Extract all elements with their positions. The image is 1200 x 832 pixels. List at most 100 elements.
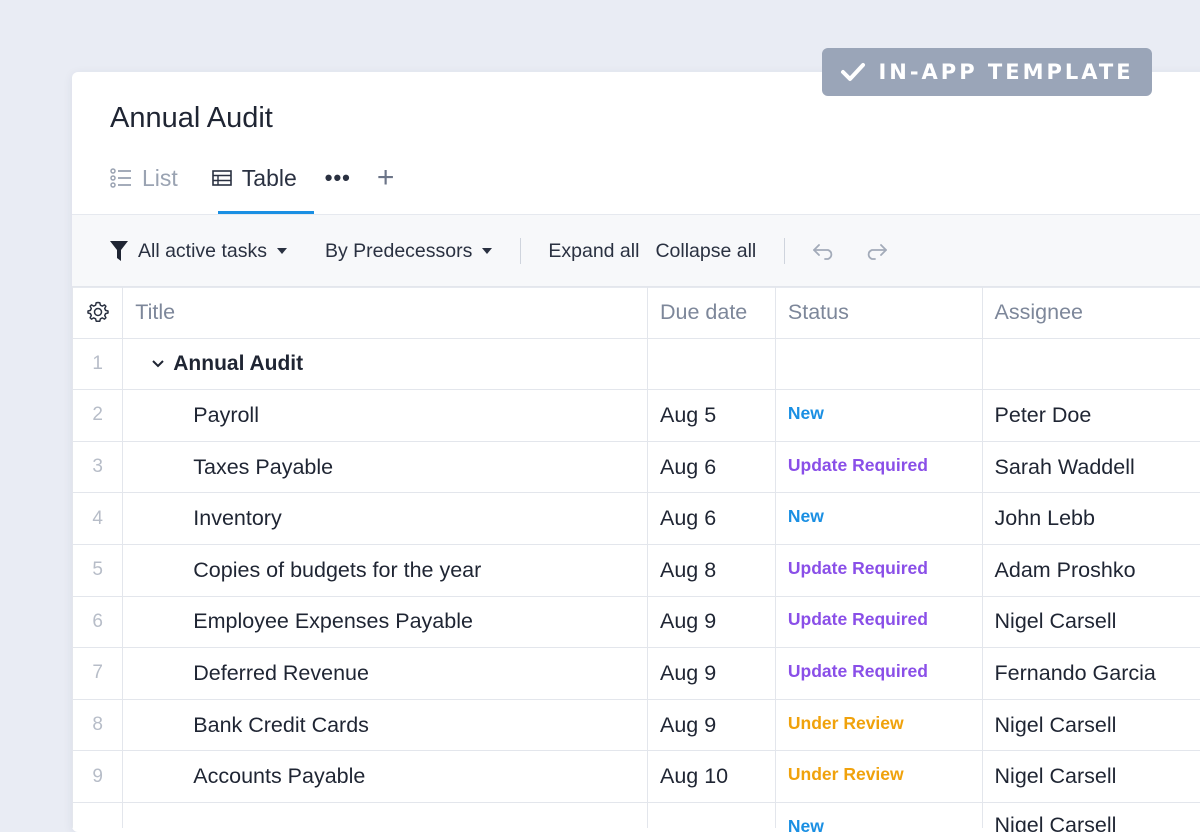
more-tabs-button[interactable]: •••	[325, 162, 351, 194]
badge-label: IN-APP TEMPLATE	[878, 60, 1133, 84]
due-date-cell[interactable]: Aug 9	[648, 648, 776, 700]
assignee-cell[interactable]: Nigel Carsell	[982, 596, 1200, 648]
table-row[interactable]: 9Accounts PayableAug 10Under ReviewNigel…	[73, 751, 1200, 803]
column-settings-button[interactable]	[73, 287, 123, 339]
row-number: 5	[73, 544, 123, 596]
assignee-cell[interactable]: Fernando Garcia	[982, 648, 1200, 700]
table-row[interactable]: 7 Deferred Revenue Aug 9 Update Required Fer…	[73, 648, 1200, 700]
table-row[interactable]: 5Copies of budgets for the yearAug 8 Upda…	[73, 544, 1200, 596]
task-title: Deferred Revenue	[135, 661, 369, 685]
chevron-down-icon[interactable]	[151, 359, 165, 369]
status-cell[interactable]: New	[775, 802, 982, 828]
status-badge: New	[788, 506, 824, 526]
status-cell[interactable]: Under Review	[775, 751, 982, 803]
task-title-cell[interactable]: Deferred Revenue	[123, 648, 648, 700]
expand-all-button[interactable]: Expand all	[548, 240, 639, 263]
row-number: 6	[73, 596, 123, 648]
table-row[interactable]: 4InventoryAug 6NewJohn Lebb	[73, 493, 1200, 545]
group-row[interactable]: 1 Annual Audit	[73, 338, 1200, 390]
status-badge: Under Review	[788, 764, 904, 784]
column-header-status[interactable]: Status	[775, 287, 982, 339]
task-title: Taxes Payable	[135, 455, 333, 479]
table-header-row: Title Due date Status Assignee	[73, 287, 1200, 339]
row-number	[73, 802, 123, 828]
assignee-cell[interactable]: Sarah Waddell	[982, 441, 1200, 493]
status-cell[interactable]: Update Required	[775, 544, 982, 596]
assignee-cell[interactable]: Adam Proshko	[982, 544, 1200, 596]
table-row[interactable]: 6 Employee Expenses Payable Aug 9 Update Re…	[73, 596, 1200, 648]
check-icon	[840, 61, 866, 83]
table-row[interactable]: 2PayrollAug 5NewPeter Doe	[73, 390, 1200, 442]
due-date-cell[interactable]: Aug 10	[648, 751, 776, 803]
due-date-cell[interactable]: Aug 9	[648, 699, 776, 751]
column-header-title[interactable]: Title	[123, 287, 648, 339]
task-title: Accounts Payable	[135, 764, 365, 788]
add-view-button[interactable]: +	[377, 162, 395, 194]
table-icon	[212, 170, 232, 186]
group-title-cell[interactable]: Annual Audit	[123, 338, 648, 390]
group-by-dropdown[interactable]: By Predecessors	[325, 240, 492, 263]
column-header-due-date[interactable]: Due date	[648, 287, 776, 339]
status-badge: Update Required	[788, 661, 928, 681]
task-title-cell[interactable]: Bank Credit Cards	[123, 699, 648, 751]
filter-dropdown[interactable]: All active tasks	[110, 240, 287, 263]
task-title-cell[interactable]: Payroll	[123, 390, 648, 442]
status-cell[interactable]: Under Review	[775, 699, 982, 751]
redo-button[interactable]	[863, 242, 889, 260]
chevron-down-icon	[277, 248, 287, 254]
assignee-cell[interactable]: Nigel Carsell	[982, 699, 1200, 751]
due-date-cell[interactable]: Aug 5	[648, 390, 776, 442]
assignee-cell[interactable]	[982, 338, 1200, 390]
in-app-template-badge: IN-APP TEMPLATE	[822, 48, 1152, 96]
table-row[interactable]: 3Taxes PayableAug 6Update RequiredSarah …	[73, 441, 1200, 493]
due-date-cell[interactable]: Aug 9	[648, 596, 776, 648]
chevron-down-icon	[482, 248, 492, 254]
task-title-cell[interactable]	[123, 802, 648, 828]
assignee-cell[interactable]: Nigel Carsell	[982, 751, 1200, 803]
status-cell[interactable]: New	[775, 493, 982, 545]
table-row[interactable]: NewNigel Carsell	[73, 802, 1200, 828]
status-cell[interactable]	[775, 338, 982, 390]
tab-table[interactable]: Table	[212, 162, 297, 194]
status-badge: Update Required	[788, 558, 928, 578]
status-badge: Update Required	[788, 609, 928, 629]
undo-icon	[811, 242, 837, 260]
status-cell[interactable]: Update Required	[775, 648, 982, 700]
column-header-assignee[interactable]: Assignee	[982, 287, 1200, 339]
task-title-cell[interactable]: Copies of budgets for the year	[123, 544, 648, 596]
undo-button[interactable]	[811, 242, 837, 260]
collapse-all-button[interactable]: Collapse all	[655, 240, 756, 263]
tab-table-label: Table	[242, 165, 297, 192]
task-title-cell[interactable]: Employee Expenses Payable	[123, 596, 648, 648]
task-table: Title Due date Status Assignee 1 Annual …	[72, 286, 1200, 828]
assignee-cell[interactable]: Peter Doe	[982, 390, 1200, 442]
row-number: 7	[73, 648, 123, 700]
assignee-cell[interactable]: Nigel Carsell	[982, 802, 1200, 828]
task-title-cell[interactable]: Taxes Payable	[123, 441, 648, 493]
due-date-cell[interactable]: Aug 6	[648, 441, 776, 493]
due-date-cell[interactable]	[648, 338, 776, 390]
toolbar-divider	[520, 238, 521, 264]
due-date-cell[interactable]: Aug 8	[648, 544, 776, 596]
row-number: 8	[73, 699, 123, 751]
status-badge: Under Review	[788, 713, 904, 733]
assignee-cell[interactable]: John Lebb	[982, 493, 1200, 545]
group-by-label: By Predecessors	[325, 240, 472, 263]
toolbar-divider	[784, 238, 785, 264]
tab-list[interactable]: List	[110, 162, 178, 194]
status-badge: New	[788, 816, 824, 832]
project-card: Annual Audit List Table ••• +	[72, 72, 1200, 832]
filter-label: All active tasks	[138, 240, 267, 263]
tab-list-label: List	[142, 165, 178, 192]
task-title-cell[interactable]: Accounts Payable	[123, 751, 648, 803]
due-date-cell[interactable]	[648, 802, 776, 828]
status-badge: New	[788, 403, 824, 423]
status-cell[interactable]: New	[775, 390, 982, 442]
status-cell[interactable]: Update Required	[775, 596, 982, 648]
task-title: Employee Expenses Payable	[135, 609, 473, 633]
task-title-cell[interactable]: Inventory	[123, 493, 648, 545]
table-row[interactable]: 8Bank Credit CardsAug 9 Under Review Nigel…	[73, 699, 1200, 751]
redo-icon	[863, 242, 889, 260]
due-date-cell[interactable]: Aug 6	[648, 493, 776, 545]
status-cell[interactable]: Update Required	[775, 441, 982, 493]
